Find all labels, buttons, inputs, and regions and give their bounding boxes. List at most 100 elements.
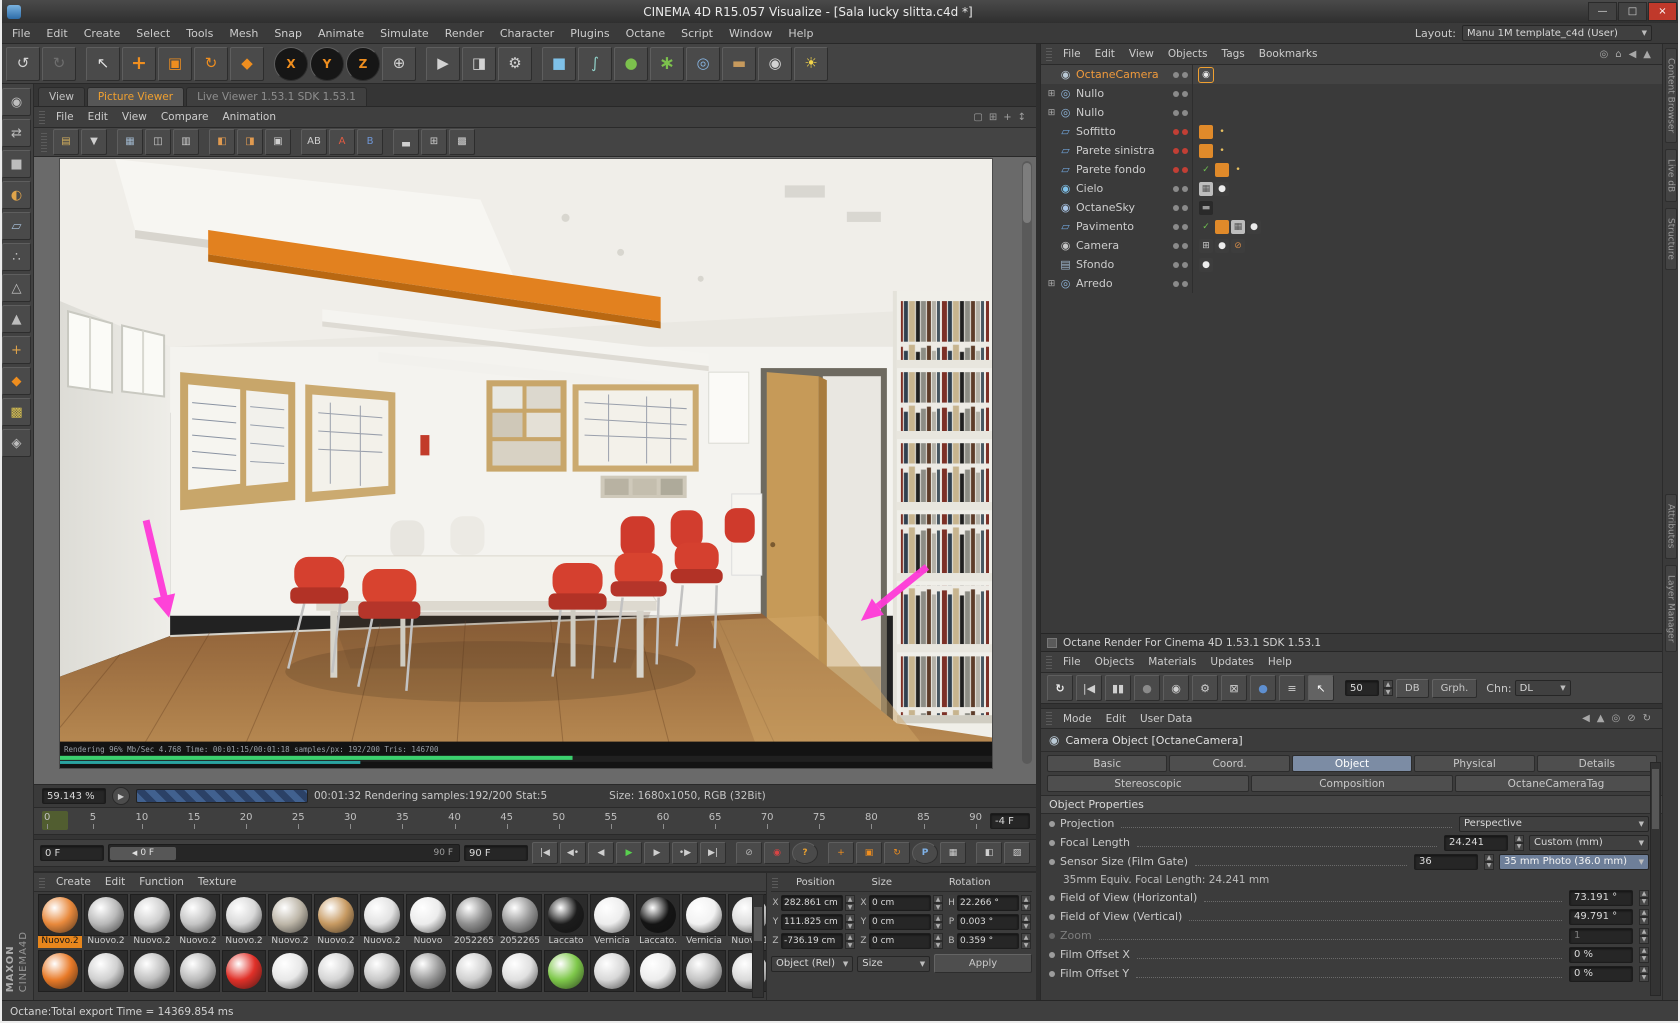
picture-viewer-tab[interactable]: Picture Viewer (86, 87, 185, 106)
attribute-tab[interactable]: Physical (1414, 755, 1535, 772)
material-thumbnail[interactable] (682, 950, 726, 1000)
menu-item[interactable]: Render (437, 25, 492, 42)
film-offset-y-field[interactable]: 0 % (1569, 965, 1633, 982)
expand-toggle[interactable]: ⊞ (1045, 279, 1058, 289)
last-tool-icon[interactable]: ◆ (230, 46, 264, 81)
om-home-icon[interactable]: ⌂ (1615, 49, 1621, 60)
object-name[interactable]: OctaneSky (1073, 201, 1168, 214)
am-search-icon[interactable]: ◎ (1611, 713, 1620, 724)
key-position-button[interactable]: + (828, 842, 854, 864)
material-sphere[interactable] (452, 894, 496, 936)
octane-pause-icon[interactable]: ▮▮ (1105, 675, 1131, 701)
menu-item[interactable]: Edit (1099, 712, 1133, 726)
apply-button[interactable]: Apply (934, 954, 1032, 973)
menu-item[interactable]: File (4, 25, 38, 42)
om-search-icon[interactable]: ◎ (1600, 49, 1609, 60)
material-sphere[interactable] (498, 894, 542, 936)
ram-player-icon[interactable]: ▣ (265, 129, 291, 155)
menu-item[interactable]: Tags (1215, 47, 1252, 61)
am-sync-icon[interactable]: ↻ (1643, 713, 1651, 724)
maximize-button[interactable]: □ (1618, 2, 1647, 21)
expand-toggle[interactable]: ⊞ (1045, 89, 1058, 99)
menu-item[interactable]: Edit (38, 25, 75, 42)
material-name[interactable]: Nuovo.2 (268, 936, 312, 948)
info-panel-icon[interactable]: ⊞ (421, 129, 447, 155)
menu-item[interactable]: View (115, 110, 154, 124)
object-name[interactable]: Arredo (1073, 277, 1168, 290)
key-rotation-button[interactable]: ↻ (884, 842, 910, 864)
object-name[interactable]: Parete sinistra (1073, 144, 1168, 157)
tag-icon[interactable]: ✓ (1199, 163, 1213, 177)
material-sphere[interactable] (38, 894, 82, 936)
redo-icon[interactable]: ↻ (42, 46, 76, 81)
menu-item[interactable]: Character (492, 25, 562, 42)
material-name[interactable]: 2052265 (452, 936, 496, 948)
octane-graph-button[interactable]: Grph. (1431, 678, 1478, 698)
material-thumbnail[interactable] (544, 950, 588, 1000)
octane-db-button[interactable]: DB (1396, 678, 1429, 698)
menu-item[interactable]: Objects (1088, 655, 1142, 669)
menu-item[interactable]: Create (76, 25, 129, 42)
menu-item[interactable]: Animation (215, 110, 283, 124)
record-button[interactable]: ◉ (764, 842, 790, 864)
octane-material-icon[interactable]: ● (1250, 675, 1276, 701)
attribute-tab[interactable]: OctaneCameraTag (1455, 775, 1657, 792)
octane-channel-dropdown[interactable]: DL ▼ (1514, 680, 1571, 696)
prev-key-button[interactable]: ◀• (560, 842, 586, 864)
material-thumbnail[interactable]: Vernicia (590, 894, 634, 948)
material-thumbnail[interactable]: 2052265 (498, 894, 542, 948)
material-name[interactable]: Nuovo.2 (360, 936, 404, 948)
filter-icon[interactable]: ▩ (449, 129, 475, 155)
visibility-dots[interactable] (1168, 242, 1192, 249)
material-sphere[interactable] (268, 950, 312, 992)
param-bullet[interactable] (1049, 951, 1055, 958)
material-name[interactable]: Nuovo.2 (38, 936, 82, 948)
set-a-icon[interactable]: A (329, 129, 355, 155)
lock-y-axis-icon[interactable]: Y (310, 46, 344, 81)
dock-move-icon[interactable]: + (1003, 112, 1011, 123)
panel-grip[interactable] (1046, 711, 1052, 726)
close-button[interactable]: × (1648, 2, 1677, 21)
timeline-ruler[interactable]: 0 5 10 15 20 25 30 35 40 45 50 55 60 65 70 75 80 85 90 -4 … (34, 807, 1036, 835)
menu-item[interactable]: Tools (178, 25, 221, 42)
om-back-icon[interactable]: ◀ (1629, 49, 1637, 60)
menu-item[interactable]: Materials (1141, 655, 1203, 669)
polygons-mode-icon[interactable]: ▲ (2, 305, 31, 333)
panel-grip[interactable] (41, 132, 47, 152)
object-name[interactable]: Nullo (1073, 106, 1168, 119)
compare-vertical-icon[interactable]: ▥ (173, 129, 199, 155)
tag-icon[interactable]: • (1215, 144, 1229, 158)
attribute-tab[interactable]: Coord. (1169, 755, 1290, 772)
material-thumbnail[interactable] (176, 950, 220, 1000)
param-bullet[interactable] (1049, 894, 1055, 901)
points-mode-icon[interactable]: ∴ (2, 243, 31, 271)
picture-viewer-viewport[interactable]: Rendering 96% Mb/Sec 4.768 Time: 00:01:1… (34, 157, 1036, 784)
param-bullet[interactable] (1049, 858, 1055, 865)
menu-item[interactable]: Animate (310, 25, 372, 42)
set-b-icon[interactable]: B (357, 129, 383, 155)
render-region-icon[interactable]: ◨ (462, 46, 496, 81)
workplane-mode-icon[interactable]: ▱ (2, 212, 31, 240)
menu-item[interactable]: Plugins (562, 25, 617, 42)
material-thumbnail[interactable] (130, 950, 174, 1000)
undo-icon[interactable]: ↺ (6, 46, 40, 81)
material-thumbnail[interactable]: Nuovo.2 (222, 894, 266, 948)
vertical-panel-tab[interactable]: Content Browser (1664, 48, 1677, 144)
octane-restart-icon[interactable]: |◀ (1076, 675, 1102, 701)
visibility-dots[interactable] (1168, 280, 1192, 287)
current-frame-field[interactable]: 0 F (40, 845, 104, 861)
sensor-size-field[interactable]: 36 (1414, 853, 1478, 870)
material-name[interactable]: Vernicia (590, 936, 634, 948)
tag-icon[interactable]: ▦ (1231, 219, 1245, 234)
scale-tool-icon[interactable]: ▣ (158, 46, 192, 81)
fov-vertical-field[interactable]: 49.791 ° (1569, 908, 1633, 925)
axis-drop-icon[interactable]: ◆ (2, 367, 31, 395)
tag-icon[interactable]: ▬ (1199, 200, 1213, 215)
dock-expand-icon[interactable]: ⊞ (989, 112, 997, 123)
material-thumbnail[interactable] (590, 950, 634, 1000)
key-parameter-button[interactable]: P (912, 842, 938, 864)
attribute-tab[interactable]: Stereoscopic (1047, 775, 1249, 792)
menu-item[interactable]: Help (1261, 655, 1299, 669)
material-sphere[interactable] (544, 894, 588, 936)
material-thumbnail[interactable] (406, 950, 450, 1000)
